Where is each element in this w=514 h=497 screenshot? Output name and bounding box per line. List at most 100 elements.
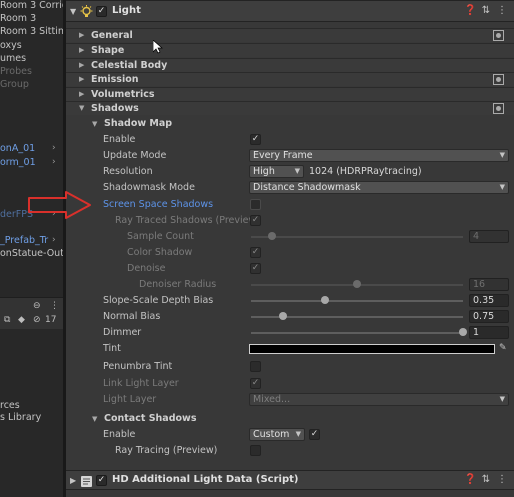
kebab-menu-icon[interactable]: ⋮ — [496, 5, 508, 17]
field-label: Screen Space Shadows — [103, 199, 214, 210]
hd-light-enabled-checkbox[interactable]: ✓ — [96, 475, 107, 486]
section-general[interactable]: ▶ General — [66, 28, 514, 42]
hierarchy-item[interactable]: orm_01 — [0, 157, 36, 168]
shadowmask-dropdown[interactable]: Distance Shadowmask ▼ — [249, 181, 509, 194]
component-title: Light — [112, 5, 141, 16]
slope-bias-field[interactable]: 0.35 — [469, 294, 509, 307]
field-label: Update Mode — [103, 150, 167, 161]
light-layer-dropdown[interactable]: Mixed... ▼ — [249, 393, 509, 406]
shadow-map-foldout[interactable]: ▼ Shadow Map — [66, 116, 514, 132]
hierarchy-item[interactable]: Probes — [0, 66, 32, 77]
foldout-down-icon[interactable]: ▼ — [92, 415, 97, 423]
denoiser-radius-field[interactable]: 16 — [469, 278, 509, 291]
slider-knob[interactable] — [321, 296, 330, 304]
foldout-right-icon[interactable]: ▶ — [79, 31, 84, 39]
penumbra-tint-checkbox[interactable] — [250, 361, 261, 372]
foldout-down-icon[interactable]: ▼ — [70, 7, 76, 16]
slider-knob[interactable] — [353, 280, 361, 288]
kebab-menu-icon[interactable]: ⋮ — [50, 300, 59, 312]
hierarchy-item[interactable]: onA_01 — [0, 143, 35, 154]
screen-space-shadows-checkbox[interactable] — [250, 199, 261, 210]
section-title: Shadows — [91, 103, 139, 114]
section-title: General — [91, 30, 133, 41]
link-light-layer-row: Link Light Layer ✓ — [66, 376, 514, 392]
foldout-down-icon[interactable]: ▼ — [79, 104, 84, 112]
chevron-right-icon[interactable]: › — [52, 235, 56, 246]
normal-bias-field[interactable]: 0.75 — [469, 310, 509, 323]
foldout-right-icon[interactable]: ▶ — [70, 476, 76, 485]
resolution-tier-dropdown[interactable]: High ▼ — [249, 165, 304, 178]
section-title: Emission — [91, 74, 139, 85]
hierarchy-item[interactable]: Room 3 Sitting — [0, 26, 63, 37]
shadow-enable-checkbox[interactable]: ✓ — [250, 134, 261, 145]
field-label: Link Light Layer — [103, 378, 179, 389]
section-shape[interactable]: ▶ Shape — [66, 43, 514, 57]
section-shadows[interactable]: ▼ Shadows — [66, 101, 514, 115]
contact-shadows-foldout[interactable]: ▼ Contact Shadows — [66, 411, 514, 427]
slider-knob[interactable] — [278, 312, 287, 320]
foldout-right-icon[interactable]: ▶ — [79, 61, 84, 69]
contact-enable-dropdown[interactable]: Custom ▼ — [249, 428, 305, 441]
section-emission[interactable]: ▶ Emission — [66, 72, 514, 86]
hierarchy-item[interactable]: oxys — [0, 40, 22, 51]
foldout-right-icon[interactable]: ▶ — [79, 90, 84, 98]
section-volumetrics[interactable]: ▶ Volumetrics — [66, 87, 514, 101]
light-enabled-checkbox[interactable]: ✓ — [96, 6, 107, 17]
project-item[interactable]: rces — [0, 400, 20, 411]
hierarchy-item[interactable]: Group — [0, 79, 29, 90]
field-label: Resolution — [103, 166, 153, 177]
slider-knob[interactable] — [268, 232, 277, 240]
slider-knob[interactable] — [459, 328, 467, 336]
layers-icon[interactable]: ⧉ — [4, 314, 10, 326]
ray-traced-shadows-checkbox[interactable]: ✓ — [250, 215, 261, 226]
shadow-enable-row: Enable ✓ — [66, 132, 514, 148]
eyedropper-icon[interactable]: ✎ — [499, 343, 510, 354]
sample-count-field[interactable]: 4 — [469, 230, 509, 243]
denoiser-radius-row: Denoiser Radius 16 — [66, 277, 514, 293]
project-item[interactable]: s Library — [0, 412, 41, 423]
sliders-icon[interactable]: ⇅ — [480, 474, 492, 486]
foldout-down-icon[interactable]: ▼ — [92, 120, 97, 128]
foldout-right-icon[interactable]: ▶ — [79, 46, 84, 54]
preset-gear-icon[interactable] — [493, 103, 504, 114]
denoise-checkbox[interactable]: ✓ — [250, 263, 261, 274]
chevron-right-icon[interactable]: › — [52, 209, 56, 220]
slope-bias-slider[interactable] — [251, 300, 463, 302]
chevron-right-icon[interactable]: › — [52, 143, 56, 154]
contact-enable-checkbox[interactable]: ✓ — [309, 429, 320, 440]
help-icon[interactable]: ❓ — [464, 474, 476, 486]
light-component-header[interactable]: ▼ ✓ Light ❓ ⇅ ⋮ — [66, 0, 514, 22]
lock-icon[interactable]: ⊖ — [33, 300, 41, 312]
kebab-menu-icon[interactable]: ⋮ — [496, 474, 508, 486]
slope-bias-row: Slope-Scale Depth Bias 0.35 — [66, 293, 514, 309]
section-celestial-body[interactable]: ▶ Celestial Body — [66, 58, 514, 72]
tag-icon[interactable]: ◆ — [18, 314, 25, 326]
dimmer-field[interactable]: 1 — [469, 326, 509, 339]
update-mode-row: Update Mode Every Frame ▼ — [66, 148, 514, 164]
field-label: Ray Traced Shadows (Preview — [115, 215, 257, 226]
preset-gear-icon[interactable] — [493, 74, 504, 85]
contact-enable-row: Enable Custom ▼ ✓ — [66, 427, 514, 443]
hierarchy-item[interactable]: umes — [0, 53, 26, 64]
hierarchy-item[interactable]: Room 3 Corrid — [0, 0, 63, 11]
sample-count-slider[interactable] — [251, 236, 463, 238]
tint-color-field[interactable] — [249, 344, 495, 354]
preset-gear-icon[interactable] — [493, 30, 504, 41]
hierarchy-item[interactable]: _Prefab_Tr — [0, 235, 48, 246]
penumbra-tint-row: Penumbra Tint — [66, 359, 514, 375]
chevron-right-icon[interactable]: › — [52, 157, 56, 168]
contact-raytracing-checkbox[interactable] — [250, 445, 261, 456]
link-light-layer-checkbox[interactable]: ✓ — [250, 378, 261, 389]
foldout-right-icon[interactable]: ▶ — [79, 75, 84, 83]
hierarchy-item[interactable]: derFPS — [0, 209, 33, 220]
sliders-icon[interactable]: ⇅ — [480, 5, 492, 17]
hd-light-data-header[interactable]: ▶ ✓ HD Additional Light Data (Script) ❓ … — [66, 470, 514, 490]
help-icon[interactable]: ❓ — [464, 5, 476, 17]
update-mode-dropdown[interactable]: Every Frame ▼ — [249, 149, 509, 162]
hierarchy-item[interactable]: onStatue-Out — [0, 248, 63, 259]
color-shadow-checkbox[interactable]: ✓ — [250, 247, 261, 258]
hierarchy-item[interactable]: Room 3 — [0, 13, 36, 24]
field-label: Slope-Scale Depth Bias — [103, 295, 214, 306]
dimmer-slider[interactable] — [251, 332, 463, 334]
hidden-eye-icon[interactable]: ⊘ — [33, 314, 41, 326]
